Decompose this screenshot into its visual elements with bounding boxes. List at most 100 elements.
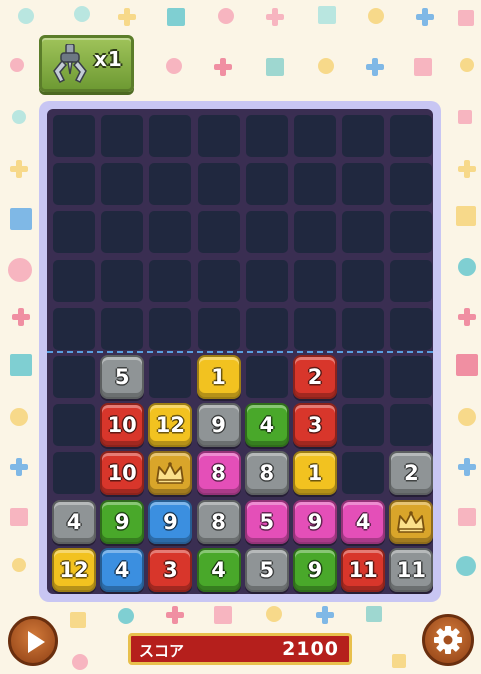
tile-number: 3 <box>163 557 178 582</box>
number-tile[interactable]: 11 <box>341 547 386 592</box>
board-cell <box>342 404 385 447</box>
board-cell <box>53 452 95 495</box>
claw-icon <box>53 44 87 83</box>
board-cell <box>149 356 192 398</box>
number-tile[interactable]: 4 <box>52 499 96 544</box>
tile-number: 8 <box>211 509 226 534</box>
board-cell <box>101 211 144 254</box>
board-cell <box>390 404 433 447</box>
board-cell <box>390 307 433 350</box>
board-cell <box>342 163 385 206</box>
board-cell <box>53 211 95 254</box>
tile-number: 12 <box>155 413 185 438</box>
number-tile[interactable]: 3 <box>293 403 337 448</box>
number-tile[interactable]: 2 <box>293 355 337 399</box>
gear-icon <box>434 626 462 654</box>
number-tile[interactable]: 1 <box>196 355 241 399</box>
play-button[interactable] <box>8 616 58 666</box>
board-cell <box>53 115 95 157</box>
tile-number: 2 <box>404 461 419 486</box>
board-cell <box>390 356 433 398</box>
number-tile[interactable]: 12 <box>52 547 96 592</box>
number-tile[interactable]: 10 <box>100 403 145 448</box>
crown-icon <box>156 462 185 485</box>
tile-number: 9 <box>114 509 130 534</box>
tile-number: 4 <box>211 557 226 582</box>
board-cell <box>390 163 433 206</box>
board-cell <box>342 211 385 254</box>
number-tile[interactable]: 9 <box>148 499 193 544</box>
number-tile[interactable]: 8 <box>244 451 289 496</box>
number-tile[interactable]: 4 <box>341 499 386 544</box>
number-tile[interactable]: 8 <box>196 499 241 544</box>
board-cell <box>197 163 240 206</box>
board-cell <box>294 115 336 157</box>
danger-line <box>47 351 433 353</box>
number-tile[interactable]: 5 <box>244 547 289 592</box>
crown-tile[interactable] <box>148 451 193 496</box>
board-cell <box>245 356 288 398</box>
tile-number: 1 <box>307 461 323 486</box>
board-cell <box>342 356 385 398</box>
tile-number: 9 <box>211 413 226 438</box>
number-tile[interactable]: 11 <box>389 547 434 592</box>
board-cell <box>53 163 95 206</box>
board-cell <box>149 115 192 157</box>
board-cell <box>342 307 385 350</box>
board-cell <box>342 452 385 495</box>
board-cell <box>294 259 336 302</box>
board-cell <box>294 211 336 254</box>
tile-number: 3 <box>307 413 323 438</box>
board-cell <box>245 307 288 350</box>
board-cell <box>197 307 240 350</box>
number-tile[interactable]: 9 <box>293 499 337 544</box>
board-cell <box>149 163 192 206</box>
board-cell <box>53 404 95 447</box>
number-tile[interactable]: 8 <box>196 451 241 496</box>
number-tile[interactable]: 10 <box>100 451 145 496</box>
tile-number: 2 <box>307 365 323 389</box>
tile-number: 8 <box>259 461 275 486</box>
game-board[interactable]: 5 1 2 10 12 9 4 3 10 8 8 1 2 4 9 9 8 5 9 4 12 4 3 4 5 9 11 11 <box>47 109 434 594</box>
tile-number: 11 <box>396 557 426 582</box>
settings-button[interactable] <box>422 614 474 666</box>
tile-number: 4 <box>259 413 275 438</box>
tile-number: 9 <box>163 509 178 534</box>
number-tile[interactable]: 4 <box>244 403 289 448</box>
tile-number: 9 <box>307 557 323 582</box>
board-cell <box>101 259 144 302</box>
tile-number: 4 <box>66 509 82 534</box>
number-tile[interactable]: 12 <box>148 403 193 448</box>
number-tile[interactable]: 4 <box>196 547 241 592</box>
number-tile[interactable]: 3 <box>148 547 193 592</box>
score-display: スコア 2100 <box>128 633 352 665</box>
play-icon <box>28 631 45 653</box>
number-tile[interactable]: 5 <box>100 355 145 399</box>
number-tile[interactable]: 4 <box>100 547 145 592</box>
score-value: 2100 <box>282 638 339 660</box>
number-tile[interactable]: 1 <box>293 451 337 496</box>
number-tile[interactable]: 2 <box>389 451 434 496</box>
tile-number: 10 <box>107 461 137 486</box>
number-tile[interactable]: 9 <box>196 403 241 448</box>
tile-number: 4 <box>114 557 130 582</box>
tile-number: 12 <box>59 557 89 582</box>
board-cell <box>197 259 240 302</box>
number-tile[interactable]: 9 <box>293 547 337 592</box>
tile-number: 9 <box>307 509 323 534</box>
claw-item-button[interactable]: x1 <box>39 35 134 92</box>
board-cell <box>149 307 192 350</box>
tile-number: 4 <box>355 509 371 534</box>
number-tile[interactable]: 9 <box>100 499 145 544</box>
board-cell <box>342 259 385 302</box>
game-board-frame: 5 1 2 10 12 9 4 3 10 8 8 1 2 4 9 9 8 5 9 4 12 4 3 4 5 9 11 11 <box>39 101 441 602</box>
tile-number: 5 <box>114 365 130 389</box>
number-tile[interactable]: 5 <box>244 499 289 544</box>
board-cell <box>245 259 288 302</box>
claw-count: x1 <box>94 47 123 71</box>
tile-number: 10 <box>107 413 137 438</box>
board-cell <box>101 307 144 350</box>
crown-tile[interactable] <box>389 499 434 544</box>
board-cell <box>390 211 433 254</box>
board-cell <box>101 163 144 206</box>
